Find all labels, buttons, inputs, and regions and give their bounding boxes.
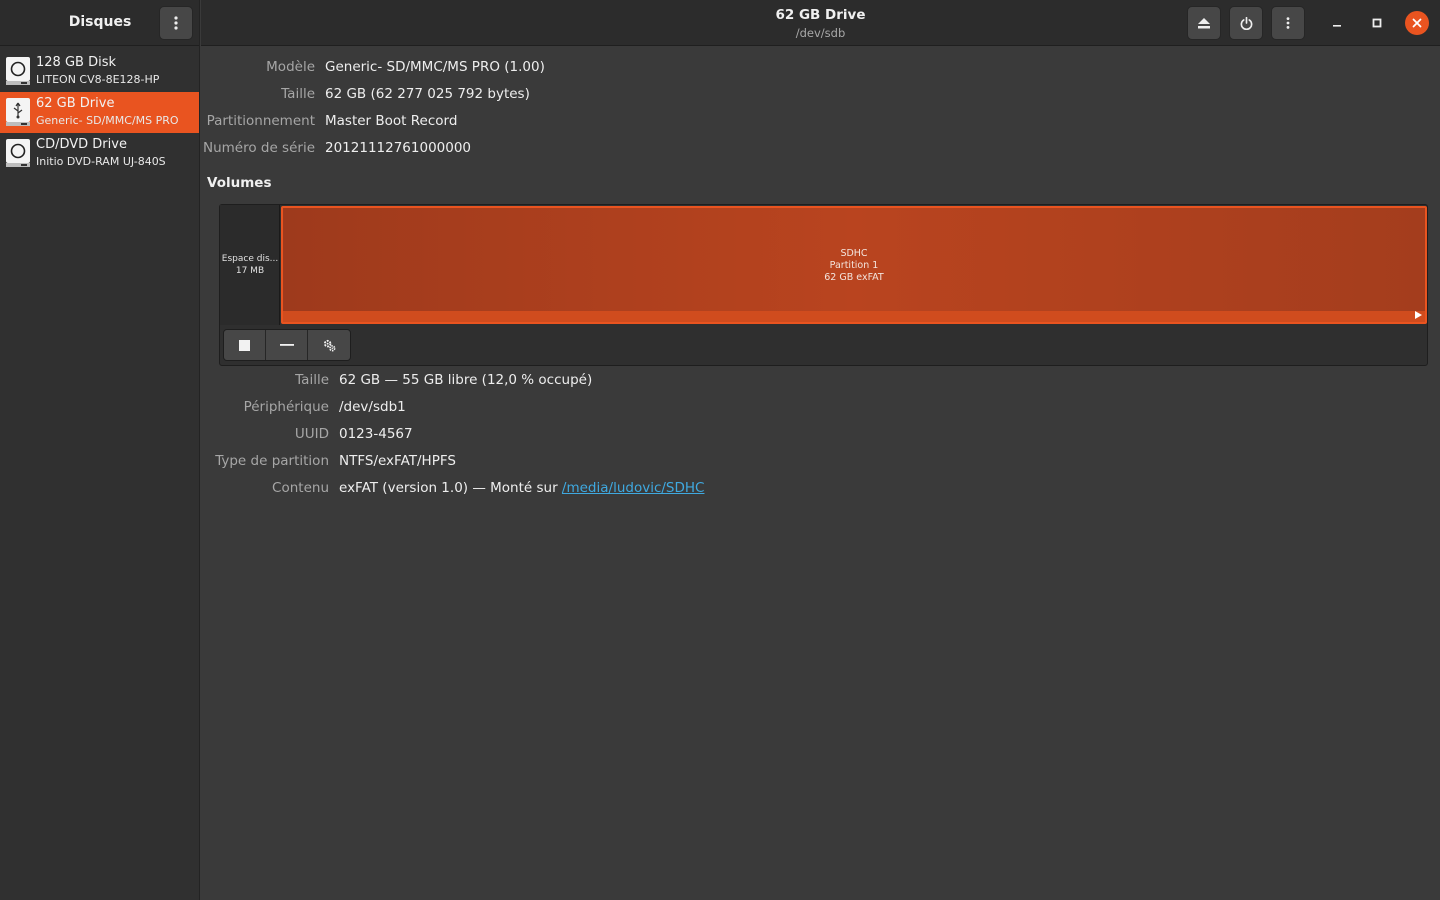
power-off-button[interactable] (1229, 6, 1263, 40)
model-value: Generic- SD/MMC/MS PRO (1.00) (325, 59, 545, 75)
disk-list: 128 GB Disk LITEON CV8-8E128-HP 62 GB Dr… (0, 46, 199, 174)
drive-details: Modèle Generic- SD/MMC/MS PRO (1.00) Tai… (201, 47, 1440, 900)
usb-drive-icon (6, 98, 30, 126)
content-text: exFAT (version 1.0) — Monté sur (339, 480, 562, 496)
close-icon (1412, 18, 1422, 28)
disk-name: 128 GB Disk (36, 55, 116, 70)
unmount-button[interactable] (224, 330, 266, 360)
disk-subtitle: Initio DVD-RAM UJ-840S (36, 155, 166, 168)
disk-name: 62 GB Drive (36, 96, 115, 111)
disk-subtitle: Generic- SD/MMC/MS PRO (36, 114, 179, 127)
optical-drive-icon (6, 139, 30, 167)
disk-subtitle: LITEON CV8-8E128-HP (36, 73, 160, 86)
free-space-size: 17 MB (235, 266, 265, 276)
partition-type-value: NTFS/exFAT/HPFS (339, 453, 456, 469)
free-space-name: Espace dis... (221, 254, 279, 264)
minus-icon (279, 344, 294, 346)
free-space-label: Espace dis... 17 MB (220, 253, 280, 277)
volume-map: Espace dis... 17 MB SDHC Partition 1 62 … (219, 204, 1428, 366)
sidebar-header: Disques (0, 0, 199, 46)
partition-type-label: Type de partition (215, 453, 329, 469)
disk-item-cddvd[interactable]: CD/DVD Drive Initio DVD-RAM UJ-840S (0, 133, 199, 174)
minimize-button[interactable] (1325, 11, 1349, 35)
sidebar-menu-button[interactable] (159, 6, 193, 40)
free-space-segment[interactable]: Espace dis... 17 MB (220, 205, 280, 325)
partition-segment-sdhc[interactable]: SDHC Partition 1 62 GB exFAT (281, 206, 1427, 324)
volume-size-label: Taille (295, 372, 329, 388)
uuid-label: UUID (294, 426, 329, 442)
serial-value: 20121112761000000 (325, 140, 472, 156)
power-icon (1240, 16, 1252, 30)
volume-size-value: 62 GB — 55 GB libre (12,0 % occupé) (339, 372, 593, 388)
stop-icon (239, 339, 250, 351)
disk-item-62gb[interactable]: 62 GB Drive Generic- SD/MMC/MS PRO (0, 92, 199, 133)
partition-number: Partition 1 (829, 260, 879, 271)
uuid-value: 0123-4567 (339, 426, 413, 442)
close-button[interactable] (1405, 11, 1429, 35)
model-label: Modèle (266, 59, 315, 75)
volumes-heading: Volumes (207, 175, 272, 191)
size-value: 62 GB (62 277 025 792 bytes) (325, 86, 530, 102)
minimize-icon (1333, 25, 1341, 27)
disk-name: CD/DVD Drive (36, 137, 127, 152)
partition-settings-button[interactable] (308, 330, 350, 360)
kebab-menu-icon (174, 16, 178, 30)
size-label: Taille (281, 86, 315, 102)
delete-partition-button[interactable] (266, 330, 308, 360)
gears-icon (323, 339, 335, 351)
device-value: /dev/sdb1 (339, 399, 406, 415)
partition-name: SDHC (840, 248, 868, 259)
drive-menu-button[interactable] (1271, 6, 1305, 40)
sidebar: Disques 128 GB Disk LITEON CV8-8E128-HP (0, 0, 200, 900)
eject-icon (1198, 17, 1210, 28)
partitioning-value: Master Boot Record (325, 113, 458, 129)
partition-size-type: 62 GB exFAT (824, 272, 884, 283)
partition-usage-bar (283, 311, 1425, 322)
eject-button[interactable] (1187, 6, 1221, 40)
disk-item-128gb[interactable]: 128 GB Disk LITEON CV8-8E128-HP (0, 51, 199, 92)
kebab-menu-icon (1286, 17, 1290, 29)
volume-toolbar (223, 329, 351, 361)
partitioning-label: Partitionnement (206, 113, 315, 129)
mount-point-link[interactable]: /media/ludovic/SDHC (562, 480, 705, 496)
device-label: Périphérique (243, 399, 329, 415)
headerbar: 62 GB Drive /dev/sdb (201, 0, 1440, 46)
serial-label: Numéro de série (202, 140, 315, 156)
maximize-icon (1372, 18, 1382, 28)
play-arrow-icon (1415, 311, 1422, 319)
partition-label: SDHC Partition 1 62 GB exFAT (283, 248, 1425, 284)
content-value: exFAT (version 1.0) — Monté sur /media/l… (339, 480, 704, 496)
hard-disk-icon (6, 57, 30, 85)
content-label: Contenu (272, 480, 329, 496)
maximize-button[interactable] (1365, 11, 1389, 35)
